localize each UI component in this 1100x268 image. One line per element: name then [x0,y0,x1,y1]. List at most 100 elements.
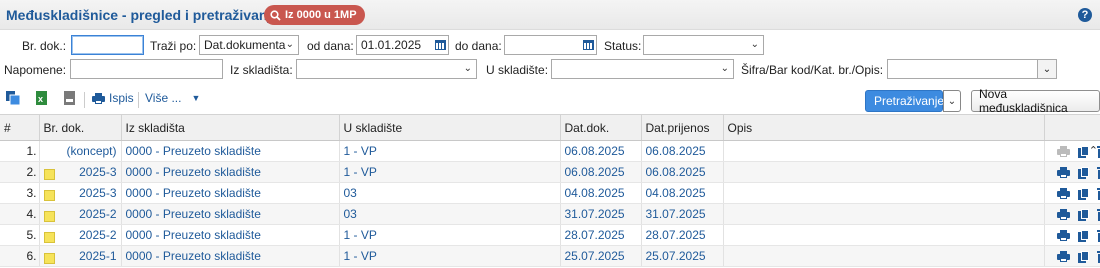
trash-icon[interactable] [1096,187,1099,200]
dat-dok-cell[interactable]: 28.07.2025 [560,224,642,246]
br-dok-link[interactable]: 2025-2 [79,207,116,221]
u-skladiste-cell[interactable]: 1 - VP [339,224,561,246]
printer-icon[interactable] [1056,167,1070,179]
copy-export-icon [6,91,21,105]
table-row[interactable]: 1. (koncept) 0000 - Preuzeto skladište 1 - … [0,140,1100,162]
help-icon[interactable]: ? [1078,8,1092,22]
br-dok-cell[interactable]: 2025-3 [39,182,122,204]
calendar-icon[interactable] [432,36,448,54]
br-dok-link[interactable]: (koncept) [66,144,116,158]
printer-icon[interactable] [1056,209,1070,221]
trash-icon[interactable] [1096,166,1099,179]
row-index: 6. [0,245,40,267]
do-dana-input[interactable] [504,35,597,55]
dat-prijenos-cell[interactable]: 04.08.2025 [641,182,724,204]
u-skladiste-cell[interactable]: 03 [339,203,561,225]
dat-dok-cell[interactable]: 06.08.2025 [560,161,642,183]
col-header-u-skladiste[interactable]: U skladište [339,114,561,141]
copy-icon[interactable] [1077,208,1089,221]
col-header-iz-skladista[interactable]: Iz skladišta [121,114,340,141]
printer-icon[interactable] [1056,251,1070,263]
table-row[interactable]: 4. 2025-2 0000 - Preuzeto skladište 03 31.07… [0,203,1100,225]
br-dok-cell[interactable]: 2025-1 [39,245,122,267]
iz-skladista-cell[interactable]: 0000 - Preuzeto skladište [121,203,340,225]
br-dok-cell[interactable]: 2025-2 [39,203,122,225]
col-header-opis[interactable]: Opis [723,114,1045,141]
napomene-input[interactable] [70,59,223,79]
u-skladiste-cell[interactable]: 03 [339,182,561,204]
table-row[interactable]: 5. 2025-2 0000 - Preuzeto skladište 1 - VP 2… [0,224,1100,246]
dat-prijenos-cell[interactable]: 31.07.2025 [641,203,724,225]
export-pdf-button[interactable] [64,91,75,105]
trash-icon[interactable] [1096,250,1099,263]
sifra-label: Šifra/Bar kod/Kat. br./Opis: [741,63,884,77]
copy-icon[interactable] [1077,250,1089,263]
iz-skladista-label: Iz skladišta: [230,63,293,77]
br-dok-link[interactable]: 2025-1 [79,249,116,263]
col-header-dat-prijenos[interactable]: Dat.prijenos [641,114,724,141]
dat-dok-cell[interactable]: 31.07.2025 [560,203,642,225]
u-skladiste-cell[interactable]: 1 - VP [339,140,561,162]
br-dok-link[interactable]: 2025-2 [79,228,116,242]
print-button[interactable]: Ispis [92,91,134,105]
u-skladiste-select[interactable]: ⌄ [551,59,734,79]
br-dok-input[interactable] [71,35,144,55]
od-dana-input[interactable]: 01.01.2025 [356,35,449,55]
table-row[interactable]: 2. 2025-3 0000 - Preuzeto skladište 1 - VP 0… [0,161,1100,183]
opis-cell [723,182,1045,204]
copy-icon[interactable] [1077,187,1089,200]
dat-prijenos-cell[interactable]: 06.08.2025 [641,161,724,183]
copy-icon[interactable] [1077,229,1089,242]
dat-dok-cell[interactable]: 06.08.2025 [560,140,642,162]
u-skladiste-label: U skladište: [486,63,549,77]
col-header-br-dok[interactable]: Br. dok. [39,114,122,141]
search-button[interactable]: Pretraživanje [865,90,944,112]
dat-dok-cell[interactable]: 25.07.2025 [560,245,642,267]
printer-icon[interactable] [1056,230,1070,242]
iz-skladista-select[interactable]: ⌄ [296,59,477,79]
status-select[interactable]: ⌄ [643,35,764,55]
col-header-dat-dok[interactable]: Dat.dok. [560,114,642,141]
opis-cell [723,245,1045,267]
u-skladiste-cell[interactable]: 1 - VP [339,245,561,267]
iz-skladista-cell[interactable]: 0000 - Preuzeto skladište [121,245,340,267]
od-dana-value: 01.01.2025 [361,38,422,52]
br-dok-link[interactable]: 2025-3 [79,186,116,200]
calendar-icon[interactable] [580,36,596,54]
svg-text:x: x [38,94,43,104]
table-row[interactable]: 3. 2025-3 0000 - Preuzeto skladište 03 04.08… [0,182,1100,204]
printer-icon[interactable] [1056,188,1070,200]
br-dok-cell[interactable]: (koncept) [39,140,122,162]
row-index: 2. [0,161,40,183]
iz-skladista-cell[interactable]: 0000 - Preuzeto skladište [121,224,340,246]
br-dok-cell[interactable]: 2025-3 [39,161,122,183]
search-options-dropdown[interactable]: ⌄ [943,90,961,112]
dat-prijenos-cell[interactable]: 06.08.2025 [641,140,724,162]
export-copy-button[interactable] [6,91,21,105]
col-header-index[interactable]: # [0,114,40,141]
scroll-up-icon[interactable]: ⌃ [1089,144,1098,157]
trash-icon[interactable] [1096,229,1099,242]
dat-prijenos-cell[interactable]: 28.07.2025 [641,224,724,246]
chevron-down-icon: ⌄ [947,95,957,107]
more-menu-button[interactable]: Više ... ▼ [145,91,200,105]
br-dok-link[interactable]: 2025-3 [79,165,116,179]
toolbar-divider [138,92,139,108]
export-excel-button[interactable]: x [36,91,47,105]
dat-prijenos-cell[interactable]: 25.07.2025 [641,245,724,267]
trazi-po-select[interactable]: Dat.dokumenta ⌄ [199,35,299,55]
copy-icon[interactable] [1077,145,1089,158]
new-transfer-button[interactable]: Nova međuskladišnica [971,87,1100,115]
table-row[interactable]: 6. 2025-1 0000 - Preuzeto skladište 1 - VP 2… [0,245,1100,267]
br-dok-cell[interactable]: 2025-2 [39,224,122,246]
dat-dok-cell[interactable]: 04.08.2025 [560,182,642,204]
sifra-input[interactable] [887,59,1038,79]
iz-skladista-cell[interactable]: 0000 - Preuzeto skladište [121,182,340,204]
iz-skladista-cell[interactable]: 0000 - Preuzeto skladište [121,161,340,183]
iz-skladista-cell[interactable]: 0000 - Preuzeto skladište [121,140,340,162]
u-skladiste-cell[interactable]: 1 - VP [339,161,561,183]
copy-icon[interactable] [1077,166,1089,179]
warehouse-filter-badge[interactable]: Iz 0000 u 1MP [264,5,365,25]
sifra-dropdown-button[interactable]: ⌄ [1037,59,1057,79]
trash-icon[interactable] [1096,208,1099,221]
